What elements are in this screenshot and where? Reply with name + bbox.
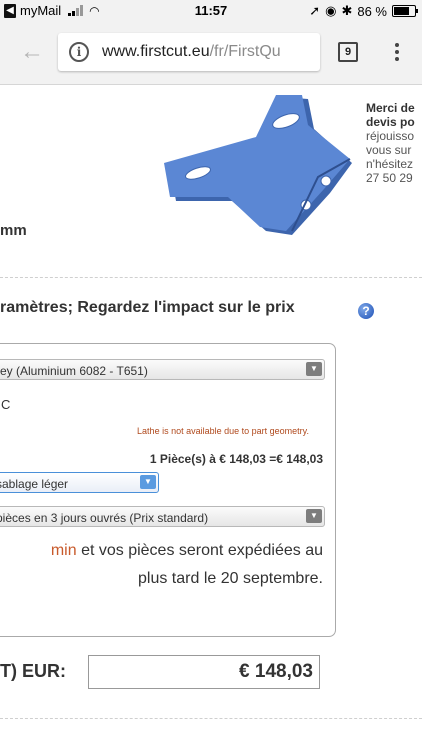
material-select[interactable]: rey (Aluminium 6082 - T651) ▼ [0,359,325,380]
merci-line-5: n'hésitez [366,157,413,171]
delivery-value: pièces en 3 jours ouvrés (Prix standard) [0,511,209,525]
merci-line-1: Merci de [366,101,415,115]
help-icon[interactable]: ? [358,303,374,319]
total-price-box: € 148,03 [88,655,320,689]
divider [0,718,422,719]
shipping-line-1-rest: et vos pièces seront expédiées au [76,542,323,559]
url-text[interactable]: www.firstcut.eu/fr/FirstQu [102,43,281,61]
battery-percent: 86 % [357,3,387,19]
browser-menu-icon[interactable] [395,43,399,61]
merci-line-4: vous sur [366,143,412,157]
status-right: ➚ ◉ ✱ 86 % [309,3,418,19]
status-bar: ◀ myMail ◠ 11:57 ➚ ◉ ✱ 86 % [0,0,422,22]
dimension-unit: mm [0,222,27,239]
merci-line-2: devis po [366,115,415,129]
chevron-down-icon: ▼ [306,362,322,376]
battery-fill [394,7,410,15]
browser-back-button[interactable]: ← [20,38,44,66]
shipping-info: min et vos pièces seront expédiées au pl… [1,537,323,593]
countdown-accent: min [50,542,77,559]
material-value: rey (Aluminium 6082 - T651) [0,364,148,378]
tab-switcher-button[interactable]: 9 [338,42,358,62]
alarm-icon: ◉ [325,3,337,18]
total-price: € 148,03 [239,661,313,682]
lathe-warning: Lathe is not available due to part geome… [137,426,309,436]
merci-line-6: 27 50 29 [366,171,413,185]
chevron-down-icon: ▼ [306,509,322,523]
battery-icon [392,5,418,17]
process-text: C [1,397,11,412]
unit-price-line: 1 Pièce(s) à € 148,03 =€ 148,03 [149,452,323,466]
url-host: www.firstcut.eu [102,43,210,60]
address-bar[interactable]: i www.firstcut.eu/fr/FirstQu [58,33,320,71]
total-label: T) EUR: [0,661,66,681]
chevron-down-icon: ▼ [140,475,156,489]
part-3d-render [164,95,352,235]
merci-line-3: réjouisso [366,129,415,143]
info-icon[interactable]: i [69,42,89,62]
bluetooth-icon: ✱ [341,3,353,18]
shipping-line-2: plus tard le 20 septembre. [138,570,323,587]
finish-value: sablage léger [0,477,69,491]
parameters-title: ramètres; Regardez l'impact sur le prix [0,299,295,316]
shipping-line-1: min et vos pièces seront expédiées au [1,537,323,565]
browser-toolbar: ← i www.firstcut.eu/fr/FirstQu 9 [0,22,422,85]
parameters-panel: rey (Aluminium 6082 - T651) ▼ C Lathe is… [0,343,336,637]
location-icon: ➚ [309,3,321,18]
finish-select[interactable]: sablage léger ▼ [0,472,159,493]
delivery-select[interactable]: pièces en 3 jours ouvrés (Prix standard)… [0,506,325,527]
divider [0,277,422,278]
thank-you-message: Merci de devis po réjouisso vous sur n'h… [366,101,415,185]
url-path: /fr/FirstQu [209,43,281,60]
quote-header: Merci de devis po réjouisso vous sur n'h… [0,85,422,275]
